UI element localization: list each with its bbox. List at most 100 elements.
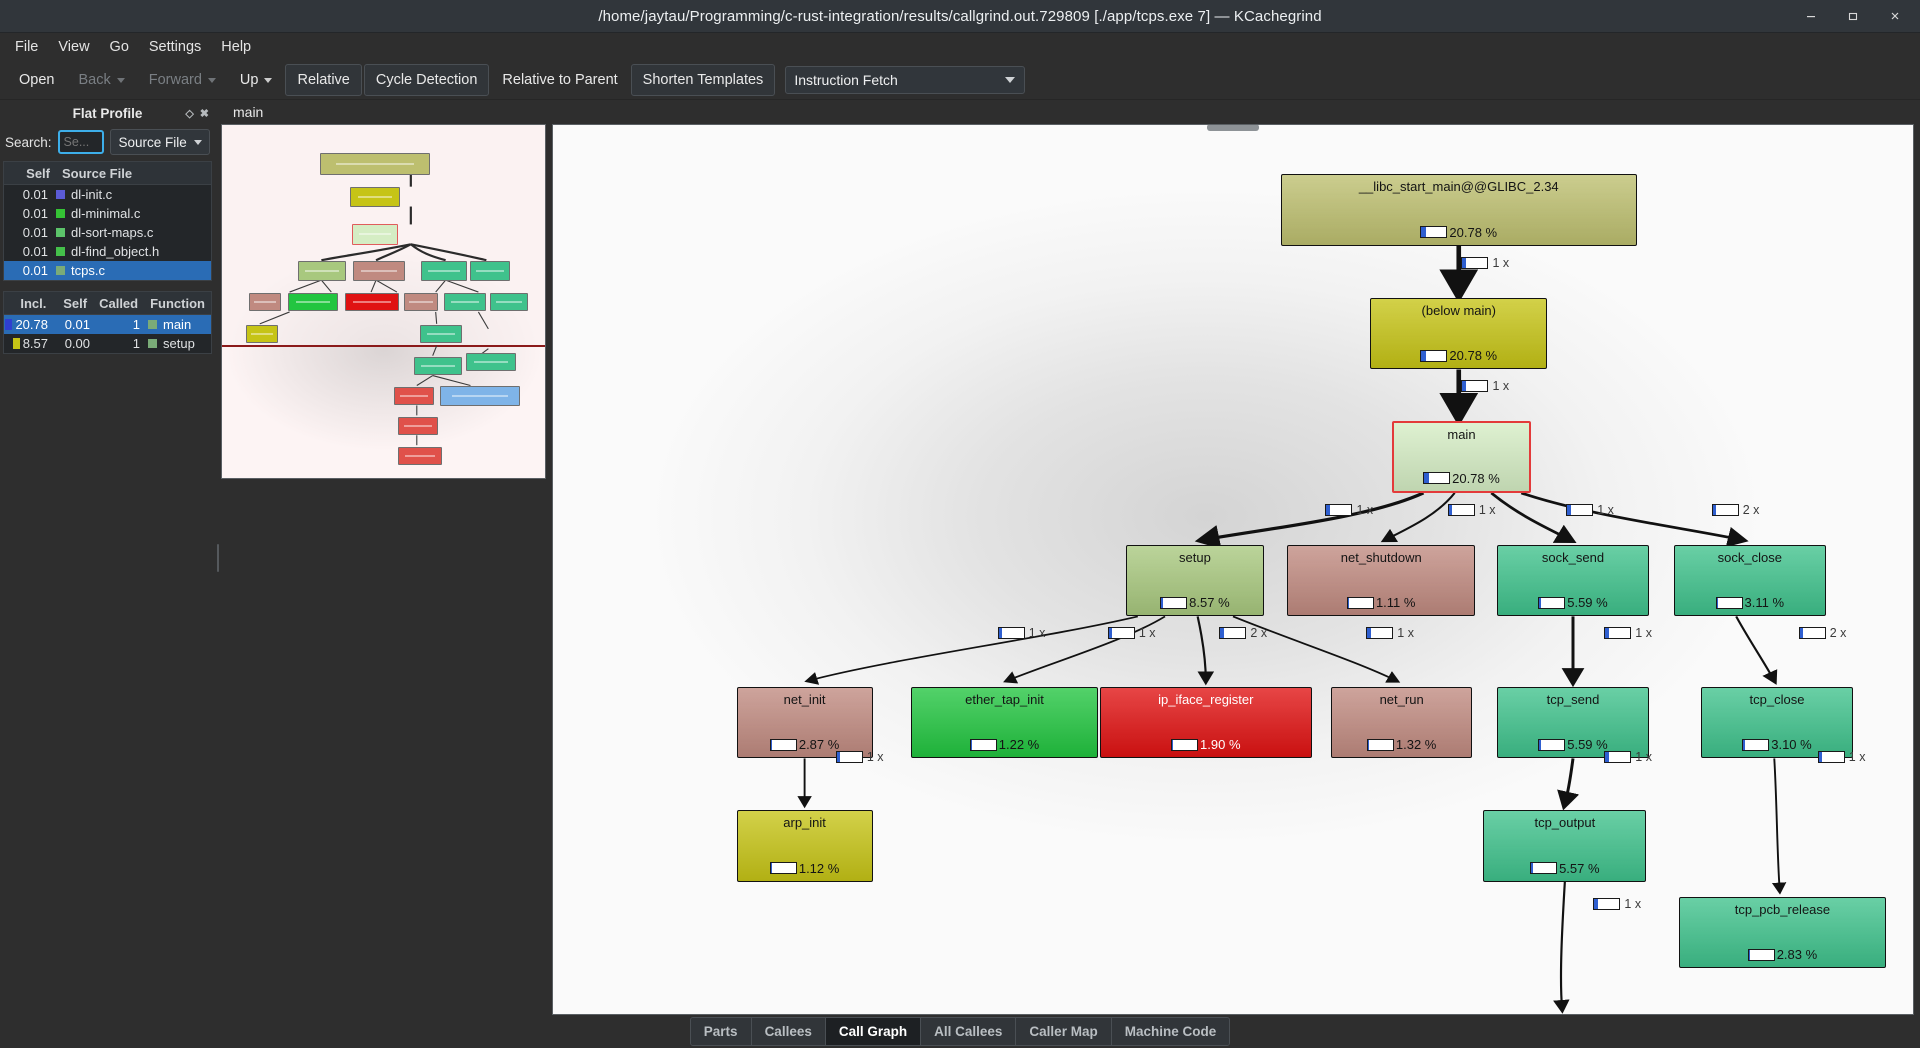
incl-bar-icon bbox=[5, 319, 13, 330]
function-name: setup bbox=[163, 336, 195, 351]
callgraph-node[interactable]: tcp_output 5.57 % bbox=[1483, 810, 1647, 882]
call-gauge-icon bbox=[1798, 627, 1826, 640]
overview-node bbox=[298, 261, 346, 281]
float-icon[interactable]: ◇ bbox=[185, 107, 193, 120]
overview-node bbox=[404, 293, 438, 311]
function-row[interactable]: 8.57 0.00 1 setup bbox=[4, 334, 211, 353]
source-self-value: 0.01 bbox=[22, 225, 48, 240]
call-count-label: 1 x bbox=[1566, 503, 1614, 517]
chevron-down-icon bbox=[194, 139, 202, 145]
forward-button[interactable]: Forward bbox=[138, 65, 227, 95]
col-header-self[interactable]: Self bbox=[52, 296, 93, 311]
search-input[interactable] bbox=[57, 130, 104, 154]
node-function-label: net_init bbox=[783, 691, 826, 707]
overview-node bbox=[345, 293, 399, 311]
callgraph-node[interactable]: sock_close 3.11 % bbox=[1673, 544, 1826, 617]
callgraph-node[interactable]: ether_tap_init 1.22 % bbox=[910, 686, 1099, 759]
back-label: Back bbox=[78, 72, 111, 88]
node-function-label: __libc_start_main@@GLIBC_2.34 bbox=[1358, 179, 1559, 195]
cycle-detection-toggle[interactable]: Cycle Detection bbox=[363, 64, 490, 96]
callgraph-node[interactable]: tcp_send 5.59 % bbox=[1496, 686, 1650, 759]
cost-gauge-icon bbox=[969, 738, 997, 751]
call-count-label: 1 x bbox=[1604, 750, 1652, 764]
tab-all-callees[interactable]: All Callees bbox=[921, 1018, 1017, 1045]
maximize-button[interactable] bbox=[1832, 1, 1874, 32]
call-count-text: 2 x bbox=[1250, 626, 1268, 641]
call-count-text: 1 x bbox=[1356, 502, 1374, 517]
menu-settings[interactable]: Settings bbox=[140, 35, 210, 59]
grouping-combo[interactable]: Source File bbox=[109, 129, 210, 155]
callgraph-node[interactable]: net_shutdown 1.11 % bbox=[1287, 544, 1476, 617]
col-header-function[interactable]: Function bbox=[144, 296, 211, 311]
call-gauge-icon bbox=[1461, 380, 1489, 393]
menu-file[interactable]: File bbox=[6, 35, 47, 59]
source-color-swatch bbox=[56, 266, 65, 275]
col-header-source-file[interactable]: Source File bbox=[56, 166, 138, 181]
up-button[interactable]: Up bbox=[229, 65, 284, 95]
source-file-row[interactable]: 0.01 dl-minimal.c bbox=[4, 204, 211, 223]
menu-view[interactable]: View bbox=[49, 35, 98, 59]
tab-callees[interactable]: Callees bbox=[751, 1018, 826, 1045]
callgraph-node[interactable]: arp_init 1.12 % bbox=[736, 810, 873, 882]
source-color-swatch bbox=[56, 209, 65, 218]
call-count-label: 1 x bbox=[835, 749, 884, 764]
node-percent-text: 5.59 % bbox=[1567, 595, 1608, 611]
minimize-button[interactable] bbox=[1790, 1, 1832, 32]
callgraph-node[interactable]: ip_iface_register 1.90 % bbox=[1099, 686, 1312, 759]
callgraph-node[interactable]: main 20.78 % bbox=[1392, 421, 1531, 493]
source-file-row[interactable]: 0.01 dl-sort-maps.c bbox=[4, 223, 211, 242]
call-count-text: 1 x bbox=[866, 749, 884, 764]
call-gauge-icon bbox=[1366, 627, 1394, 640]
tab-caller-map[interactable]: Caller Map bbox=[1016, 1018, 1112, 1045]
function-row[interactable]: 20.78 0.01 1 main bbox=[4, 315, 211, 334]
callgraph-node[interactable]: (below main) 20.78 % bbox=[1370, 297, 1548, 370]
menu-go[interactable]: Go bbox=[101, 35, 138, 59]
view-tabbar: Parts Callees Call Graph All Callees Caller … bbox=[0, 1015, 1920, 1048]
callgraph-node[interactable]: net_run 1.32 % bbox=[1330, 686, 1473, 759]
callgraph-node[interactable]: setup 8.57 % bbox=[1125, 544, 1265, 617]
chevron-down-icon bbox=[1005, 77, 1016, 83]
cost-gauge-icon bbox=[1346, 596, 1374, 609]
source-file-row[interactable]: 0.01 dl-init.c bbox=[4, 185, 211, 204]
source-file-row[interactable]: 0.01 tcps.c bbox=[4, 261, 211, 280]
call-count-text: 2 x bbox=[1829, 626, 1847, 641]
callgraph-overview-minimap[interactable] bbox=[221, 124, 546, 479]
back-button[interactable]: Back bbox=[67, 65, 135, 95]
callgraph-node[interactable]: sock_send 5.59 % bbox=[1496, 544, 1650, 617]
col-header-called[interactable]: Called bbox=[93, 296, 144, 311]
event-type-combo[interactable]: Instruction Fetch bbox=[785, 66, 1026, 94]
callgraph-canvas[interactable]: __libc_start_main@@GLIBC_2.34 20.78 % (bel… bbox=[552, 124, 1914, 1015]
event-type-value: Instruction Fetch bbox=[794, 72, 898, 88]
call-count-text: 1 x bbox=[1492, 379, 1510, 394]
callgraph-node[interactable]: __libc_start_main@@GLIBC_2.34 20.78 % bbox=[1280, 174, 1637, 246]
function-table-header: Incl. Self Called Function bbox=[4, 292, 211, 315]
tab-parts[interactable]: Parts bbox=[690, 1018, 752, 1045]
close-icon[interactable]: ✖ bbox=[200, 107, 209, 120]
source-table-header: Self Source File bbox=[4, 162, 211, 185]
col-header-incl[interactable]: Incl. bbox=[4, 296, 52, 311]
function-called-value: 1 bbox=[132, 336, 140, 351]
call-count-text: 1 x bbox=[1635, 749, 1652, 764]
cost-gauge-icon bbox=[1420, 349, 1448, 362]
relative-to-parent-toggle[interactable]: Relative to Parent bbox=[491, 65, 628, 95]
shorten-templates-toggle[interactable]: Shorten Templates bbox=[630, 64, 776, 96]
open-button[interactable]: Open bbox=[8, 65, 65, 95]
relative-toggle[interactable]: Relative bbox=[285, 64, 362, 96]
node-percent-text: 1.11 % bbox=[1375, 595, 1416, 611]
callgraph-node[interactable]: tcp_pcb_release 2.83 % bbox=[1679, 896, 1886, 969]
tab-machine-code[interactable]: Machine Code bbox=[1111, 1018, 1230, 1045]
graph-scroll-thumb[interactable] bbox=[1207, 125, 1259, 131]
callgraph-node[interactable]: net_init 2.87 % bbox=[736, 686, 873, 759]
tab-call-graph[interactable]: Call Graph bbox=[825, 1018, 922, 1045]
callgraph-node[interactable]: tcp_close 3.10 % bbox=[1700, 686, 1854, 759]
node-cost-percent: 2.83 % bbox=[1747, 947, 1817, 962]
source-self-value: 0.01 bbox=[22, 263, 48, 278]
close-button[interactable] bbox=[1874, 1, 1916, 32]
cost-gauge-icon bbox=[1530, 862, 1558, 875]
cost-gauge-icon bbox=[1742, 738, 1770, 751]
call-gauge-icon bbox=[1461, 256, 1489, 269]
source-file-name: tcps.c bbox=[71, 263, 105, 278]
col-header-self[interactable]: Self bbox=[4, 166, 56, 181]
source-file-row[interactable]: 0.01 dl-find_object.h bbox=[4, 242, 211, 261]
menu-help[interactable]: Help bbox=[212, 35, 260, 59]
